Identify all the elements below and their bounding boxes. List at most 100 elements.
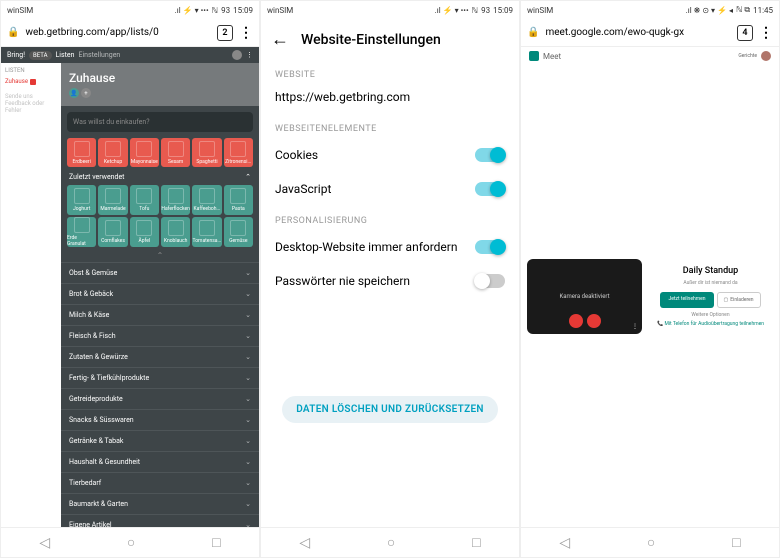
item-tile[interactable]: Gemüse (224, 217, 253, 247)
item-tile[interactable]: Tomatensa... (192, 217, 221, 247)
chevron-down-icon: ⌄ (245, 521, 251, 527)
list-header: Zuhause 👤+ (61, 63, 259, 106)
search-input[interactable]: Was willst du einkaufen? (67, 112, 253, 132)
category-row[interactable]: Zutaten & Gewürze⌄ (61, 346, 259, 367)
chevron-down-icon: ⌄ (245, 458, 251, 466)
chevron-down-icon: ⌄ (245, 353, 251, 361)
item-tile[interactable]: Tofu (130, 185, 159, 214)
toggle-desktop[interactable] (475, 240, 505, 254)
item-tile[interactable]: Erdbeeri (67, 138, 96, 167)
section-recent[interactable]: Zuletzt verwendet⌃ (61, 169, 259, 185)
avatar[interactable] (232, 50, 242, 60)
dial-in-link[interactable]: 📞 Mit Telefon für Audioübertragung teiln… (648, 321, 773, 327)
item-tile[interactable]: Pasta (224, 185, 253, 214)
category-row[interactable]: Tierbedarf⌄ (61, 472, 259, 493)
row-passwords[interactable]: Passwörter nie speichern (261, 264, 519, 298)
meet-header: Meet Gerichte (521, 47, 779, 65)
back-icon[interactable]: ◁ (299, 535, 310, 551)
nfc-icon: ℕ (212, 6, 218, 15)
tab-count[interactable]: 4 (737, 25, 753, 41)
category-row[interactable]: Eigene Artikel⌄ (61, 514, 259, 527)
home-icon[interactable]: ○ (647, 534, 655, 551)
item-tile[interactable]: Joghurt (67, 185, 96, 214)
back-icon[interactable]: ◁ (39, 535, 50, 551)
item-tile[interactable]: Sesam (161, 138, 190, 167)
user-icon[interactable]: 👤 (69, 88, 79, 98)
nav-listen[interactable]: Listen (56, 51, 75, 59)
account-label[interactable]: Gerichte (738, 53, 757, 59)
more-options[interactable]: Weitere Optionen (648, 312, 773, 318)
category-row[interactable]: Fleisch & Fisch⌄ (61, 325, 259, 346)
category-row[interactable]: Snacks & Süsswaren⌄ (61, 409, 259, 430)
toggle-js[interactable] (475, 182, 505, 196)
collapse-icon[interactable]: ⌃ (61, 249, 259, 262)
toggle-passwords[interactable] (475, 274, 505, 288)
category-row[interactable]: Obst & Gemüse⌄ (61, 262, 259, 283)
section-website: WEBSITE (261, 60, 519, 84)
row-javascript[interactable]: JavaScript (261, 172, 519, 206)
category-row[interactable]: Getreideprodukte⌄ (61, 388, 259, 409)
item-tile[interactable]: Mayonnaise (130, 138, 159, 167)
section-elements: WEBSEITENELEMENTE (261, 114, 519, 138)
row-cookies[interactable]: Cookies (261, 138, 519, 172)
category-row[interactable]: Haushalt & Gesundheit⌄ (61, 451, 259, 472)
chevron-down-icon: ⌄ (245, 416, 251, 424)
item-tile[interactable]: Marmelade (98, 185, 127, 214)
nav-bar: ◁ ○ □ (1, 527, 259, 557)
recent-icon[interactable]: □ (472, 534, 480, 551)
chevron-down-icon: ⌄ (245, 395, 251, 403)
item-tile[interactable]: Cornflakes (98, 217, 127, 247)
carrier: winSIM (527, 6, 553, 15)
toggle-cookies[interactable] (475, 148, 505, 162)
meeting-title: Daily Standup (648, 266, 773, 276)
tab-count[interactable]: 2 (217, 25, 233, 41)
category-row[interactable]: Milch & Käse⌄ (61, 304, 259, 325)
app-name[interactable]: Bring! (7, 51, 25, 59)
mic-button[interactable] (569, 314, 583, 328)
category-row[interactable]: Fertig- & Tiefkühlprodukte⌄ (61, 367, 259, 388)
home-icon[interactable]: ○ (127, 534, 135, 551)
chevron-down-icon: ⌄ (245, 269, 251, 277)
sidebar-feedback[interactable]: Sende uns Feedback oder Fehler (5, 93, 57, 114)
avatar[interactable] (761, 51, 771, 61)
sidebar-item-zuhause[interactable]: Zuhause (5, 78, 57, 85)
menu-dots-icon[interactable]: ⋮ (246, 51, 253, 59)
item-tile[interactable]: Haferflocken (161, 185, 190, 214)
item-tile[interactable]: Knoblauch (161, 217, 190, 247)
meet-logo-icon (529, 51, 539, 61)
nav-settings[interactable]: Einstellungen (78, 51, 120, 59)
present-button[interactable]: ▢Einladeren (717, 292, 761, 308)
join-button[interactable]: Jetzt teilnehmen (660, 292, 713, 308)
home-icon[interactable]: ○ (387, 534, 395, 551)
item-tile[interactable]: Äpfel (130, 217, 159, 247)
camera-button[interactable] (587, 314, 601, 328)
chevron-down-icon: ⌄ (245, 290, 251, 298)
recent-icon[interactable]: □ (732, 534, 740, 551)
menu-icon[interactable]: ⋮ (759, 25, 773, 41)
menu-icon[interactable]: ⋮ (239, 25, 253, 41)
category-row[interactable]: Brot & Gebäck⌄ (61, 283, 259, 304)
main-content: Zuhause 👤+ Was willst du einkaufen? Erdb… (61, 63, 259, 527)
item-tile[interactable]: Ketchup (98, 138, 127, 167)
category-row[interactable]: Getränke & Tabak⌄ (61, 430, 259, 451)
sidebar: LISTEN Zuhause Sende uns Feedback oder F… (1, 63, 61, 527)
more-icon[interactable]: ⋮ (632, 323, 638, 330)
add-user-icon[interactable]: + (81, 88, 91, 98)
chevron-down-icon: ⌄ (245, 437, 251, 445)
url[interactable]: meet.google.com/ewo-qugk-gx (545, 27, 731, 38)
item-tile[interactable]: Erde Granulat (67, 217, 96, 247)
meeting-info: Daily Standup Außer dir ist niemand da J… (648, 266, 773, 327)
item-tile[interactable]: Zitronensi... (224, 138, 253, 167)
item-tile[interactable]: Spaghetti (192, 138, 221, 167)
category-row[interactable]: Baumarkt & Garten⌄ (61, 493, 259, 514)
item-tile[interactable]: Kaffeeboh... (192, 185, 221, 214)
clear-data-button[interactable]: DATEN LÖSCHEN UND ZURÜCKSETZEN (282, 396, 498, 423)
back-icon[interactable]: ◁ (559, 535, 570, 551)
row-desktop[interactable]: Desktop-Website immer anfordern (261, 230, 519, 264)
url[interactable]: web.getbring.com/app/lists/0 (25, 27, 211, 38)
back-arrow-icon[interactable]: ← (271, 29, 289, 50)
address-bar: 🔒 meet.google.com/ewo-qugk-gx 4 ⋮ (521, 19, 779, 47)
meet-label: Meet (543, 52, 561, 61)
recent-icon[interactable]: □ (212, 534, 220, 551)
present-icon: ▢ (724, 297, 729, 303)
